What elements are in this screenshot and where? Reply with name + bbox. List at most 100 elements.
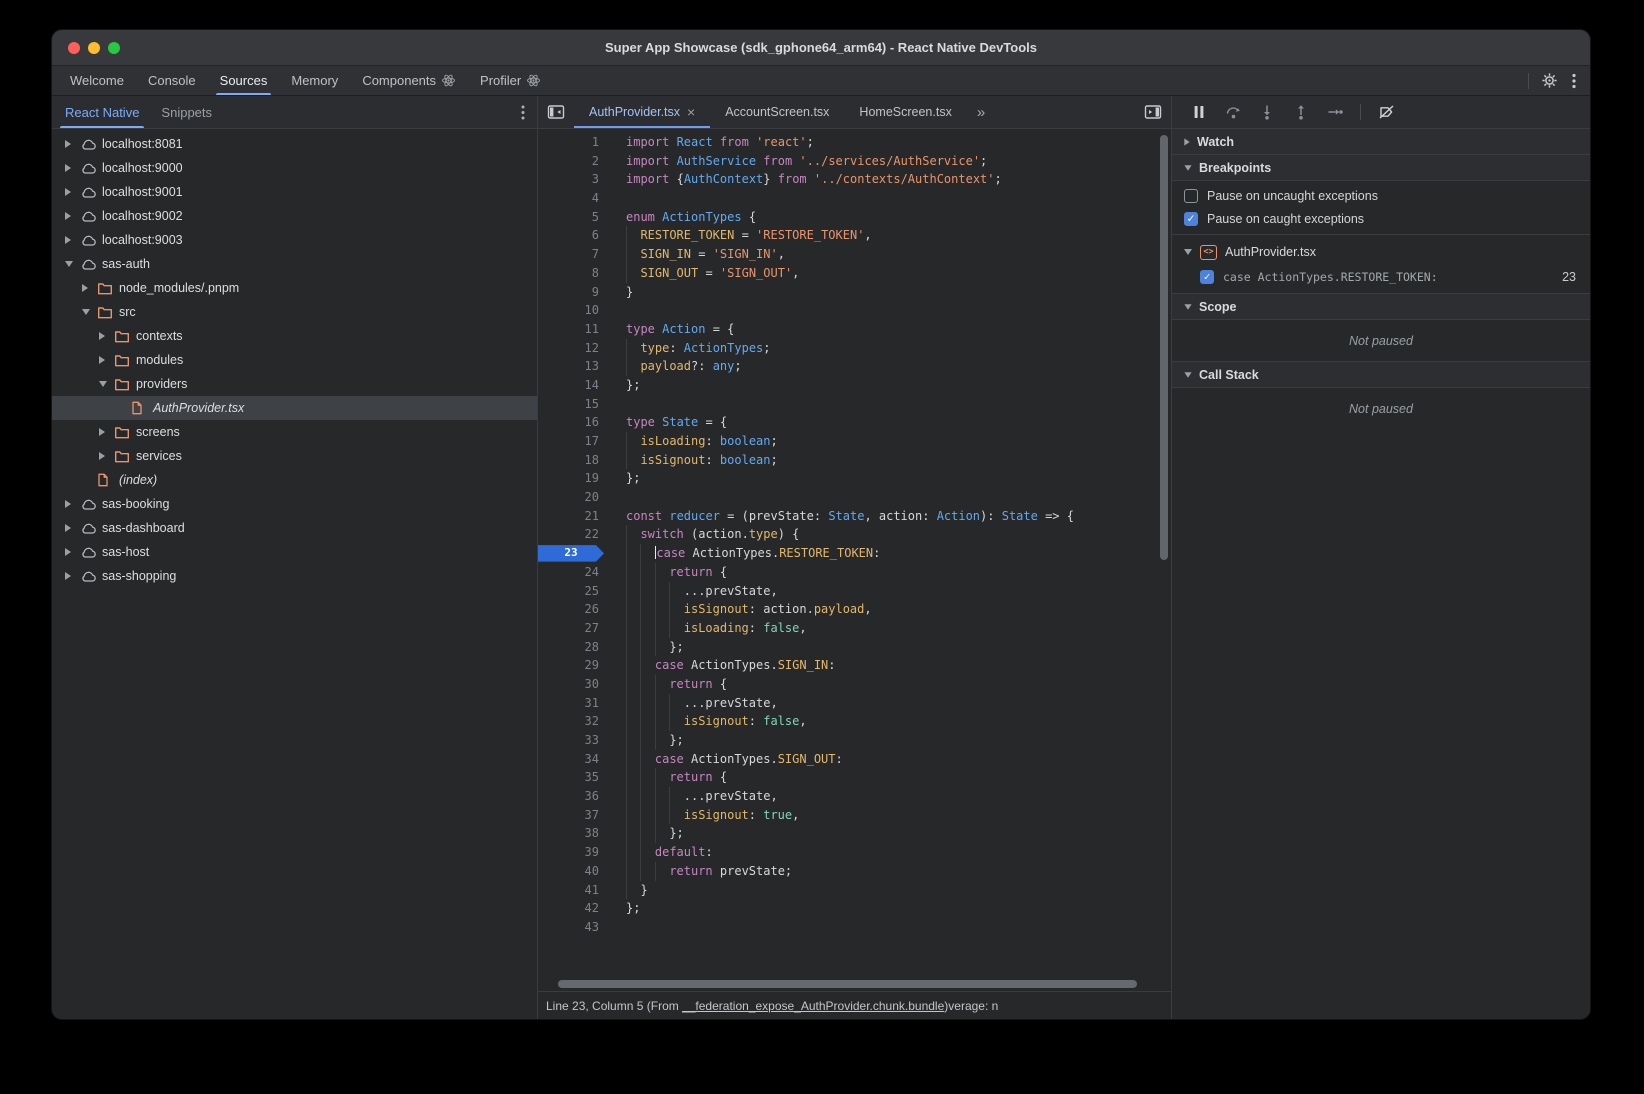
code-line[interactable]: 37isSignout: true, bbox=[538, 806, 1171, 825]
navigator-tab-snippets[interactable]: Snippets bbox=[150, 96, 223, 128]
tree-item-index[interactable]: (index) bbox=[52, 468, 537, 492]
disclosure-right-icon[interactable] bbox=[99, 428, 114, 436]
tab-memory[interactable]: Memory bbox=[279, 66, 350, 95]
breakpoint-badge[interactable]: 23 bbox=[538, 545, 604, 562]
line-number[interactable]: 15 bbox=[538, 395, 599, 414]
tree-item-localhost-9003[interactable]: localhost:9003 bbox=[52, 228, 537, 252]
line-number[interactable]: 12 bbox=[538, 339, 599, 358]
breakpoint-file-row[interactable]: <> AuthProvider.tsx bbox=[1172, 239, 1590, 265]
code-line[interactable]: 10 bbox=[538, 301, 1171, 320]
line-number[interactable]: 32 bbox=[538, 712, 599, 731]
disclosure-right-icon[interactable] bbox=[65, 188, 80, 196]
disclosure-right-icon[interactable] bbox=[65, 164, 80, 172]
tab-sources[interactable]: Sources bbox=[208, 66, 280, 95]
code-line[interactable]: 36...prevState, bbox=[538, 787, 1171, 806]
code-line[interactable]: 6RESTORE_TOKEN = 'RESTORE_TOKEN', bbox=[538, 226, 1171, 245]
code-line[interactable]: 18isSignout: boolean; bbox=[538, 451, 1171, 470]
line-number[interactable]: 34 bbox=[538, 750, 599, 769]
tree-item-sas-shopping[interactable]: sas-shopping bbox=[52, 564, 537, 588]
code-editor[interactable]: 1import React from 'react';2import AuthS… bbox=[538, 129, 1171, 939]
code-line[interactable]: 26isSignout: action.payload, bbox=[538, 600, 1171, 619]
code-line[interactable]: 11type Action = { bbox=[538, 320, 1171, 339]
more-options-icon[interactable] bbox=[1570, 71, 1578, 91]
watch-section-header[interactable]: Watch bbox=[1172, 129, 1590, 155]
code-line[interactable]: 44export const AuthProvider = ({ bbox=[538, 937, 1171, 939]
line-number[interactable]: 28 bbox=[538, 638, 599, 657]
tree-item-modules[interactable]: modules bbox=[52, 348, 537, 372]
disclosure-right-icon[interactable] bbox=[65, 140, 80, 148]
bundle-link[interactable]: __federation_expose_AuthProvider.chunk.b… bbox=[682, 999, 944, 1013]
code-line[interactable]: 32isSignout: false, bbox=[538, 712, 1171, 731]
disclosure-right-icon[interactable] bbox=[65, 524, 80, 532]
line-number[interactable]: 21 bbox=[538, 507, 599, 526]
disclosure-right-icon[interactable] bbox=[65, 548, 80, 556]
close-window-button[interactable] bbox=[68, 42, 80, 54]
tab-console[interactable]: Console bbox=[136, 66, 208, 95]
exception-checkbox-row[interactable]: ✓Pause on caught exceptions bbox=[1172, 207, 1590, 230]
line-number[interactable]: 42 bbox=[538, 899, 599, 918]
line-number[interactable]: 23 bbox=[538, 544, 599, 563]
minimize-window-button[interactable] bbox=[88, 42, 100, 54]
code-line[interactable]: 22switch (action.type) { bbox=[538, 525, 1171, 544]
code-line[interactable]: 14}; bbox=[538, 376, 1171, 395]
code-line[interactable]: 21const reducer = (prevState: State, act… bbox=[538, 507, 1171, 526]
line-number[interactable]: 36 bbox=[538, 787, 599, 806]
vertical-scrollbar[interactable] bbox=[1160, 135, 1168, 560]
code-line[interactable]: 23case ActionTypes.RESTORE_TOKEN: bbox=[538, 544, 1171, 563]
code-line[interactable]: 13payload?: any; bbox=[538, 357, 1171, 376]
navigator-tab-react-native[interactable]: React Native bbox=[54, 96, 150, 128]
disclosure-right-icon[interactable] bbox=[99, 332, 114, 340]
line-number[interactable]: 11 bbox=[538, 320, 599, 339]
code-line[interactable]: 28}; bbox=[538, 638, 1171, 657]
code-line[interactable]: 40return prevState; bbox=[538, 862, 1171, 881]
checked-checkbox[interactable]: ✓ bbox=[1200, 270, 1214, 284]
line-number[interactable]: 7 bbox=[538, 245, 599, 264]
settings-gear-icon[interactable] bbox=[1539, 70, 1560, 91]
tree-item-providers[interactable]: providers bbox=[52, 372, 537, 396]
line-number[interactable]: 26 bbox=[538, 600, 599, 619]
code-line[interactable]: 19}; bbox=[538, 469, 1171, 488]
checked-checkbox[interactable]: ✓ bbox=[1184, 212, 1198, 226]
tree-item-sas-host[interactable]: sas-host bbox=[52, 540, 537, 564]
code-line[interactable]: 30return { bbox=[538, 675, 1171, 694]
toggle-debugger-icon[interactable] bbox=[1135, 96, 1171, 128]
line-number[interactable]: 33 bbox=[538, 731, 599, 750]
disclosure-right-icon[interactable] bbox=[99, 452, 114, 460]
line-number[interactable]: 30 bbox=[538, 675, 599, 694]
line-number[interactable]: 9 bbox=[538, 283, 599, 302]
line-number[interactable]: 25 bbox=[538, 582, 599, 601]
line-number[interactable]: 16 bbox=[538, 413, 599, 432]
tree-item-screens[interactable]: screens bbox=[52, 420, 537, 444]
line-number[interactable]: 14 bbox=[538, 376, 599, 395]
tree-item-sas-auth[interactable]: sas-auth bbox=[52, 252, 537, 276]
code-line[interactable]: 35return { bbox=[538, 768, 1171, 787]
code-line[interactable]: 31...prevState, bbox=[538, 694, 1171, 713]
line-number[interactable]: 44 bbox=[538, 937, 599, 939]
code-line[interactable]: 5enum ActionTypes { bbox=[538, 208, 1171, 227]
tree-item-authprovider-tsx[interactable]: AuthProvider.tsx bbox=[52, 396, 537, 420]
code-line[interactable]: 34case ActionTypes.SIGN_OUT: bbox=[538, 750, 1171, 769]
line-number[interactable]: 43 bbox=[538, 918, 599, 937]
navigator-menu-icon[interactable] bbox=[519, 96, 527, 128]
line-number[interactable]: 10 bbox=[538, 301, 599, 320]
disclosure-right-icon[interactable] bbox=[65, 236, 80, 244]
step-over-icon[interactable] bbox=[1220, 100, 1246, 124]
line-number[interactable]: 5 bbox=[538, 208, 599, 227]
line-number[interactable]: 1 bbox=[538, 133, 599, 152]
callstack-section-header[interactable]: Call Stack bbox=[1172, 362, 1590, 388]
horizontal-scrollbar[interactable] bbox=[538, 977, 1171, 991]
tree-item-services[interactable]: services bbox=[52, 444, 537, 468]
line-number[interactable]: 38 bbox=[538, 824, 599, 843]
editor-tab-homescreen-tsx[interactable]: HomeScreen.tsx bbox=[844, 96, 966, 128]
code-line[interactable]: 16type State = { bbox=[538, 413, 1171, 432]
line-number[interactable]: 3 bbox=[538, 170, 599, 189]
disclosure-right-icon[interactable] bbox=[65, 212, 80, 220]
line-number[interactable]: 4 bbox=[538, 189, 599, 208]
close-tab-icon[interactable]: × bbox=[687, 105, 695, 119]
editor-tab-authprovider-tsx[interactable]: AuthProvider.tsx× bbox=[574, 96, 710, 128]
tab-components[interactable]: Components bbox=[350, 66, 468, 95]
disclosure-right-icon[interactable] bbox=[82, 284, 97, 292]
code-line[interactable]: 15 bbox=[538, 395, 1171, 414]
disclosure-down-icon[interactable] bbox=[65, 261, 80, 267]
disclosure-right-icon[interactable] bbox=[99, 356, 114, 364]
